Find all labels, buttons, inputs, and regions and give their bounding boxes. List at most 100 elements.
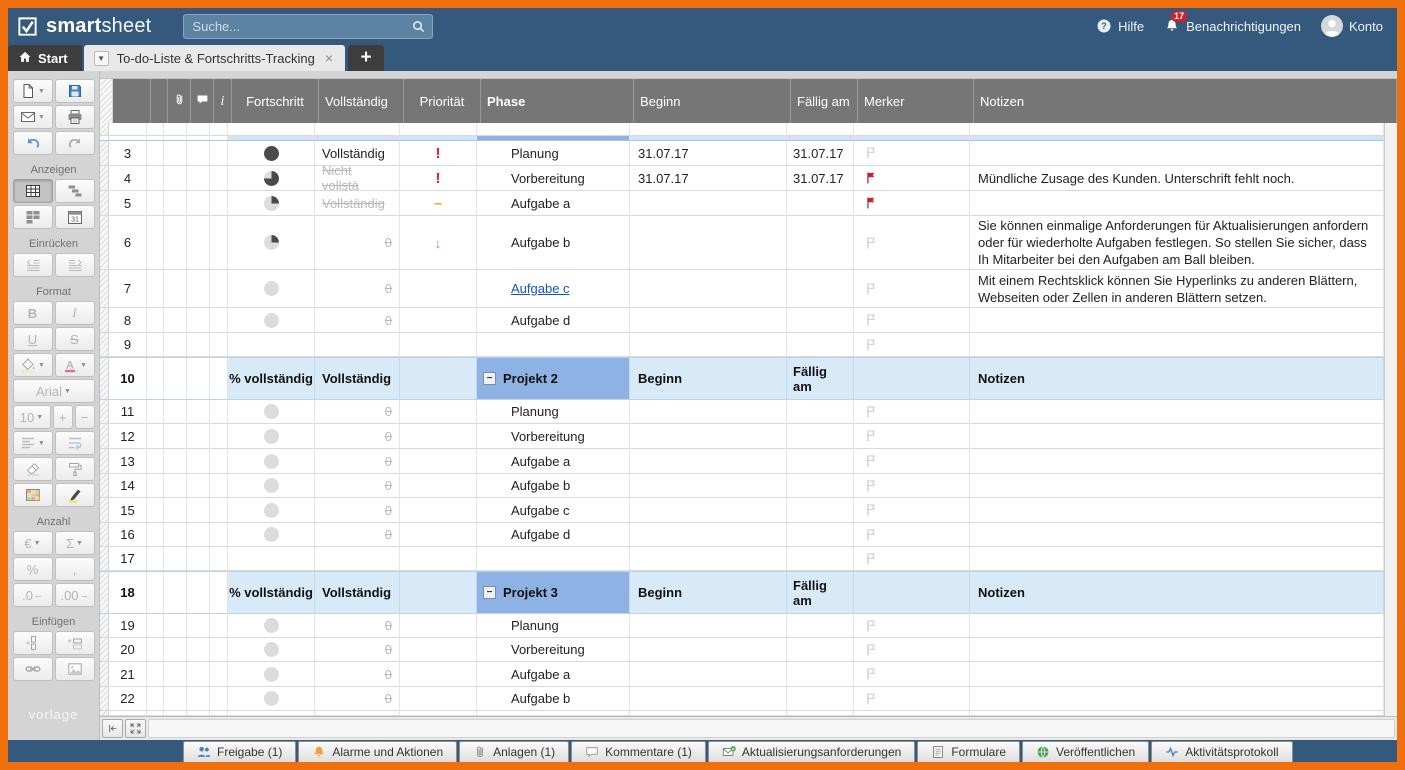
row-number[interactable]: 6 xyxy=(109,216,147,269)
begin-cell[interactable]: Beginn xyxy=(630,572,787,613)
flag-gray-icon[interactable] xyxy=(864,454,878,468)
cell[interactable] xyxy=(228,711,315,715)
cell[interactable] xyxy=(477,136,630,140)
percent-button[interactable]: % xyxy=(13,557,53,581)
info-cell[interactable] xyxy=(210,308,228,332)
flag-cell[interactable] xyxy=(854,308,970,332)
priority-cell[interactable]: ! xyxy=(400,141,477,165)
due-cell[interactable] xyxy=(787,449,854,473)
flag-cell[interactable] xyxy=(854,270,970,307)
cell[interactable] xyxy=(854,123,970,135)
phase-cell[interactable]: Aufgabe a xyxy=(477,191,630,215)
row-select-cell[interactable] xyxy=(147,547,164,570)
row-drag-handle[interactable] xyxy=(100,572,109,613)
priority-cell[interactable] xyxy=(400,333,477,356)
attachment-cell[interactable] xyxy=(164,523,187,546)
row-select-cell[interactable] xyxy=(147,216,164,269)
begin-cell[interactable] xyxy=(630,191,787,215)
flag-cell[interactable] xyxy=(854,424,970,448)
decimal-increase-button[interactable]: .00→ xyxy=(55,583,95,607)
notes-cell[interactable]: Mündliche Zusage des Kunden. Unterschrif… xyxy=(970,166,1384,190)
row-number[interactable]: 20 xyxy=(109,638,147,661)
statusbar-tab-anlagen-1-[interactable]: Anlagen (1) xyxy=(459,741,569,762)
cell[interactable] xyxy=(630,123,787,135)
comment-cell[interactable] xyxy=(187,191,210,215)
sum-dropdown-icon[interactable]: ▼ xyxy=(76,540,83,547)
due-cell[interactable]: 31.07.17 xyxy=(787,141,854,165)
flag-cell[interactable] xyxy=(854,572,970,613)
row-drag-handle[interactable] xyxy=(100,308,109,332)
cell[interactable] xyxy=(210,711,228,715)
comma-button[interactable]: , xyxy=(55,557,95,581)
notes-cell[interactable] xyxy=(970,474,1384,497)
cell[interactable] xyxy=(315,711,400,715)
progress-cell[interactable] xyxy=(228,474,315,497)
font-color-dropdown-icon[interactable]: ▼ xyxy=(80,362,87,369)
row-drag-handle[interactable] xyxy=(100,400,109,423)
font-size-button[interactable]: 10▼ xyxy=(13,405,51,429)
due-cell[interactable] xyxy=(787,424,854,448)
new-item-dropdown-icon[interactable]: ▼ xyxy=(38,88,45,95)
due-cell[interactable] xyxy=(787,474,854,497)
comment-cell[interactable] xyxy=(187,400,210,423)
tab-start[interactable]: Start xyxy=(8,45,82,71)
priority-cell[interactable] xyxy=(400,449,477,473)
begin-cell[interactable] xyxy=(630,498,787,522)
row-number[interactable]: 12 xyxy=(109,424,147,448)
row-drag-handle[interactable] xyxy=(100,424,109,448)
row-select-cell[interactable] xyxy=(147,687,164,710)
due-cell[interactable]: 31.07.17 xyxy=(787,166,854,190)
row-select-cell[interactable] xyxy=(147,614,164,637)
card-view-button[interactable] xyxy=(13,205,53,229)
complete-cell[interactable]: 0 xyxy=(315,687,400,710)
priority-cell[interactable]: ↓ xyxy=(400,216,477,269)
phase-cell[interactable]: Aufgabe b xyxy=(477,474,630,497)
cell[interactable] xyxy=(315,123,400,135)
flag-cell[interactable] xyxy=(854,141,970,165)
due-cell[interactable] xyxy=(787,400,854,423)
complete-cell[interactable] xyxy=(315,547,400,570)
cell[interactable] xyxy=(477,711,630,715)
begin-cell[interactable]: Beginn xyxy=(630,358,787,399)
row-number[interactable]: 7 xyxy=(109,270,147,307)
info-cell[interactable] xyxy=(210,216,228,269)
begin-cell[interactable] xyxy=(630,216,787,269)
attachment-cell[interactable] xyxy=(164,141,187,165)
row-select-cell[interactable] xyxy=(147,572,164,613)
flag-gray-icon[interactable] xyxy=(864,313,878,327)
vertical-scrollbar[interactable] xyxy=(1384,123,1397,716)
tab-sheet[interactable]: ▼ To-do-Liste & Fortschritts-Tracking × xyxy=(84,45,345,71)
email-dropdown-icon[interactable]: ▼ xyxy=(38,114,45,121)
expand-view-button[interactable] xyxy=(125,719,146,738)
info-cell[interactable] xyxy=(210,547,228,570)
flag-cell[interactable] xyxy=(854,358,970,399)
due-cell[interactable] xyxy=(787,687,854,710)
info-cell[interactable] xyxy=(210,358,228,399)
flag-cell[interactable] xyxy=(854,449,970,473)
header-attachment-cell[interactable] xyxy=(168,79,191,123)
flag-cell[interactable] xyxy=(854,166,970,190)
indent-button[interactable] xyxy=(55,253,95,277)
info-cell[interactable] xyxy=(210,474,228,497)
statusbar-tab-veröffentlichen[interactable]: Veröffentlichen xyxy=(1022,741,1149,762)
begin-cell[interactable] xyxy=(630,474,787,497)
due-cell[interactable] xyxy=(787,191,854,215)
progress-cell[interactable] xyxy=(228,333,315,356)
statusbar-tab-aktivitätsprotokoll[interactable]: Aktivitätsprotokoll xyxy=(1151,741,1292,762)
due-cell[interactable] xyxy=(787,547,854,570)
complete-cell[interactable]: 0 xyxy=(315,474,400,497)
due-cell[interactable] xyxy=(787,614,854,637)
notes-cell[interactable] xyxy=(970,191,1384,215)
flag-gray-icon[interactable] xyxy=(864,692,878,706)
cell[interactable] xyxy=(210,123,228,135)
comment-cell[interactable] xyxy=(187,308,210,332)
complete-cell[interactable]: Vollständig xyxy=(315,358,400,399)
notes-cell[interactable]: Notizen xyxy=(970,358,1384,399)
flag-cell[interactable] xyxy=(854,614,970,637)
row-select-cell[interactable] xyxy=(147,424,164,448)
priority-cell[interactable]: ! xyxy=(400,166,477,190)
complete-cell[interactable]: Vollständig xyxy=(315,141,400,165)
font-family-dropdown-icon[interactable]: ▼ xyxy=(64,388,71,395)
due-cell[interactable] xyxy=(787,333,854,356)
header-info-cell[interactable]: i xyxy=(214,79,232,123)
